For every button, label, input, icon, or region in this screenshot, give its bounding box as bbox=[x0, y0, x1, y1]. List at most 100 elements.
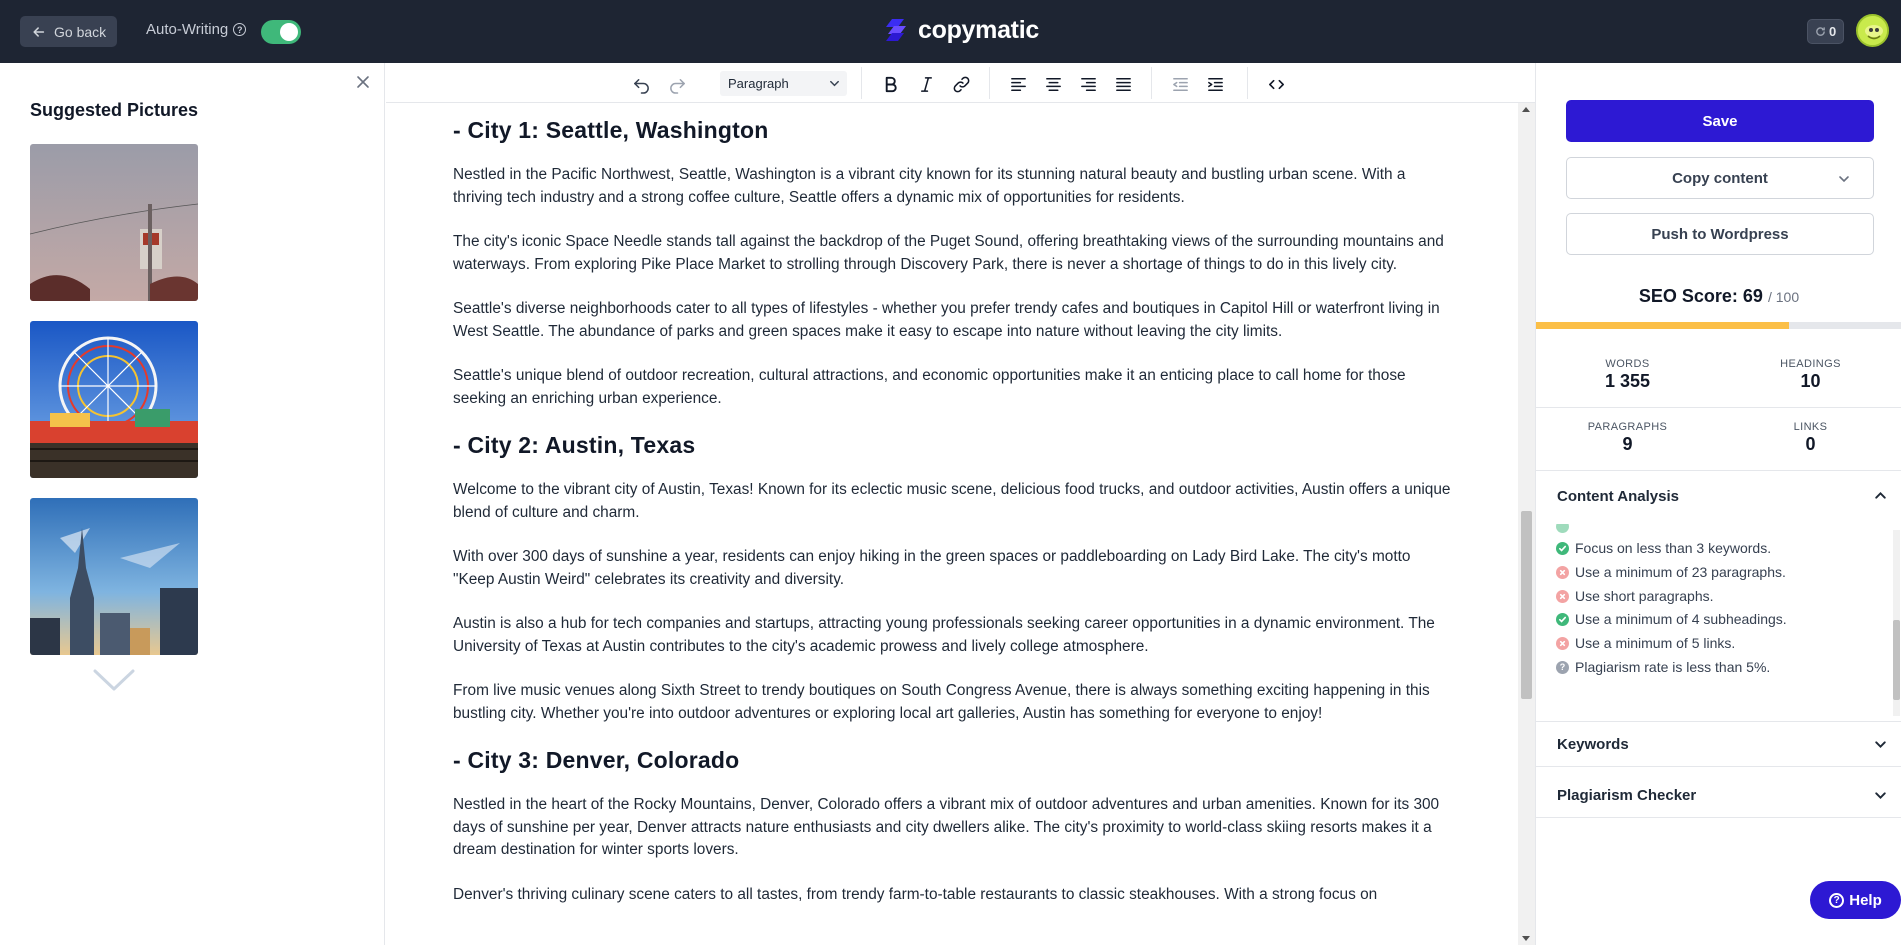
content-analysis-title: Content Analysis bbox=[1557, 487, 1679, 505]
indent-icon bbox=[1207, 77, 1223, 91]
editor-content[interactable]: - City 1: Seattle, Washington Nestled in… bbox=[453, 117, 1453, 928]
heading-denver[interactable]: - City 3: Denver, Colorado bbox=[453, 747, 1453, 774]
chevron-down-icon bbox=[1839, 176, 1849, 183]
paragraph[interactable]: With over 300 days of sunshine a year, r… bbox=[453, 546, 1453, 591]
stat-value: 1 355 bbox=[1604, 371, 1651, 391]
help-button[interactable]: ? Help bbox=[1810, 881, 1901, 919]
avatar-face-icon bbox=[1858, 16, 1887, 45]
stat-value: 0 bbox=[1805, 434, 1816, 454]
analysis-item: Use a minimum of 4 subheadings. bbox=[1556, 609, 1787, 629]
check-icon bbox=[1556, 541, 1569, 555]
keywords-title: Keywords bbox=[1557, 736, 1629, 753]
copy-content-button[interactable]: Copy content bbox=[1566, 157, 1874, 199]
credits-badge[interactable]: 0 bbox=[1807, 19, 1845, 44]
heading-austin[interactable]: - City 2: Austin, Texas bbox=[453, 432, 1453, 459]
auto-writing-label: Auto-Writing ? bbox=[146, 21, 247, 38]
outdent-icon bbox=[1172, 77, 1188, 91]
analysis-item-cutoff bbox=[1556, 524, 1569, 536]
stat-paragraphs: PARAGRAPHS 9 bbox=[1536, 421, 1719, 455]
go-back-button[interactable]: Go back bbox=[20, 16, 117, 47]
scrollbar-thumb[interactable] bbox=[1893, 620, 1900, 700]
paragraph[interactable]: Austin is also a hub for tech companies … bbox=[453, 613, 1453, 658]
top-bar: Go back Auto-Writing ? copymatic 0 bbox=[0, 0, 1901, 63]
keywords-header[interactable]: Keywords bbox=[1536, 723, 1901, 767]
auto-writing-toggle[interactable] bbox=[261, 20, 301, 44]
italic-button[interactable] bbox=[913, 71, 939, 97]
x-icon bbox=[1556, 636, 1569, 650]
undo-button[interactable] bbox=[628, 71, 654, 97]
content-analysis-list[interactable]: Focus on less than 3 keywords. Use a min… bbox=[1536, 524, 1901, 722]
suggested-picture-1[interactable] bbox=[30, 144, 198, 301]
block-format-select[interactable]: Paragraph bbox=[720, 71, 847, 96]
paragraph[interactable]: Seattle's unique blend of outdoor recrea… bbox=[453, 365, 1453, 410]
align-right-button[interactable] bbox=[1075, 71, 1101, 97]
align-left-icon bbox=[1010, 77, 1026, 91]
user-avatar[interactable] bbox=[1856, 14, 1889, 47]
stat-value: 10 bbox=[1800, 371, 1821, 391]
suggested-picture-3[interactable] bbox=[30, 498, 198, 655]
copymatic-logo[interactable]: copymatic bbox=[884, 15, 1039, 45]
outdent-button[interactable] bbox=[1167, 71, 1193, 97]
analysis-text: Focus on less than 3 keywords. bbox=[1575, 540, 1772, 556]
stat-label: HEADINGS bbox=[1780, 358, 1841, 370]
paragraph[interactable]: From live music venues along Sixth Stree… bbox=[453, 680, 1453, 725]
ferris-wheel-photo-icon bbox=[30, 321, 198, 478]
content-analysis-header[interactable]: Content Analysis bbox=[1536, 474, 1901, 518]
document-editor[interactable]: - City 1: Seattle, Washington Nestled in… bbox=[386, 103, 1518, 945]
close-icon[interactable] bbox=[354, 73, 372, 91]
go-back-label: Go back bbox=[54, 23, 107, 40]
paragraph[interactable]: Denver's thriving culinary scene caters … bbox=[453, 884, 1453, 907]
align-center-button[interactable] bbox=[1040, 71, 1066, 97]
chevron-down-icon bbox=[1875, 792, 1886, 800]
copy-content-label: Copy content bbox=[1672, 169, 1768, 187]
suggested-picture-2[interactable] bbox=[30, 321, 198, 478]
redo-icon bbox=[669, 78, 685, 94]
link-button[interactable] bbox=[948, 71, 974, 97]
bold-icon bbox=[885, 76, 897, 92]
plagiarism-checker-title: Plagiarism Checker bbox=[1557, 787, 1697, 804]
scroll-down-arrow-icon[interactable] bbox=[1522, 936, 1530, 941]
align-justify-button[interactable] bbox=[1110, 71, 1136, 97]
analysis-item: Focus on less than 3 keywords. bbox=[1556, 538, 1771, 558]
link-icon bbox=[953, 76, 969, 92]
analysis-text: Use a minimum of 5 links. bbox=[1575, 635, 1736, 651]
push-to-wordpress-button[interactable]: Push to Wordpress bbox=[1566, 213, 1874, 255]
paragraph[interactable]: Seattle's diverse neighborhoods cater to… bbox=[453, 298, 1453, 343]
paragraph[interactable]: Nestled in the Pacific Northwest, Seattl… bbox=[453, 164, 1453, 209]
plagiarism-checker-header[interactable]: Plagiarism Checker bbox=[1536, 774, 1901, 818]
suggested-pictures-panel: Suggested Pictures bbox=[0, 63, 385, 945]
chevron-down-icon bbox=[830, 80, 839, 87]
indent-button[interactable] bbox=[1202, 71, 1228, 97]
seo-progress-bar bbox=[1536, 322, 1901, 329]
analysis-item: Use a minimum of 23 paragraphs. bbox=[1556, 562, 1786, 582]
undo-icon bbox=[633, 78, 649, 94]
seo-panel: Save Copy content Push to Wordpress SEO … bbox=[1535, 63, 1901, 945]
city-tower-photo-icon bbox=[30, 498, 198, 655]
paragraph[interactable]: Nestled in the heart of the Rocky Mounta… bbox=[453, 794, 1453, 862]
refresh-icon bbox=[1816, 27, 1825, 36]
sign-photo-icon bbox=[30, 144, 198, 301]
save-button[interactable]: Save bbox=[1566, 100, 1874, 142]
heading-seattle[interactable]: - City 1: Seattle, Washington bbox=[453, 117, 1453, 144]
info-icon[interactable]: ? bbox=[233, 23, 247, 36]
check-icon bbox=[1556, 524, 1569, 533]
question-icon: ? bbox=[1556, 660, 1569, 674]
scrollbar-thumb[interactable] bbox=[1521, 511, 1532, 699]
chevron-down-icon[interactable] bbox=[92, 667, 136, 693]
bold-button[interactable] bbox=[877, 71, 903, 97]
x-icon bbox=[1556, 589, 1569, 603]
scroll-up-arrow-icon[interactable] bbox=[1522, 107, 1530, 112]
stat-links: LINKS 0 bbox=[1719, 421, 1901, 455]
analysis-scrollbar[interactable] bbox=[1893, 530, 1900, 716]
editor-scrollbar[interactable] bbox=[1518, 103, 1535, 945]
paragraph[interactable]: Welcome to the vibrant city of Austin, T… bbox=[453, 479, 1453, 524]
paragraph[interactable]: The city's iconic Space Needle stands ta… bbox=[453, 231, 1453, 276]
chevron-down-icon bbox=[1875, 741, 1886, 749]
redo-button[interactable] bbox=[664, 71, 690, 97]
stat-label: LINKS bbox=[1793, 421, 1828, 433]
help-label: Help bbox=[1849, 891, 1882, 909]
logo-text: copymatic bbox=[918, 15, 1039, 44]
source-code-button[interactable] bbox=[1263, 71, 1289, 97]
align-left-button[interactable] bbox=[1005, 71, 1031, 97]
question-icon: ? bbox=[1829, 892, 1845, 908]
